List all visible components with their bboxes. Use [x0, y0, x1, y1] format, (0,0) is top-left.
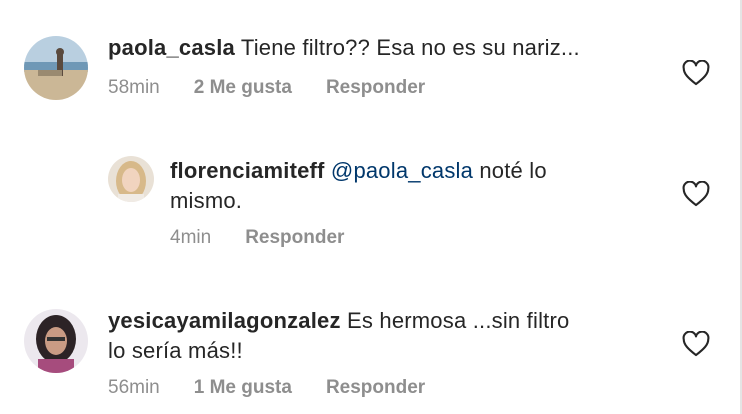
comment-meta: 4min Responder — [170, 227, 344, 249]
heart-outline-icon[interactable] — [682, 60, 710, 86]
heart-outline-icon[interactable] — [682, 181, 710, 207]
reply-button[interactable]: Responder — [326, 377, 425, 399]
comment-text: yesicayamilagonzalez Es hermosa ...sin f… — [108, 306, 628, 366]
comment-time: 4min — [170, 227, 212, 248]
comment-body: Tiene filtro?? Esa no es su nariz... — [240, 35, 580, 60]
avatar[interactable] — [24, 36, 88, 100]
avatar-portrait-dark-hair — [24, 309, 88, 373]
mention-link[interactable]: @paola_casla — [331, 158, 473, 183]
reply-button[interactable]: Responder — [326, 77, 425, 99]
comment-meta: 58min 2 Me gusta Responder — [108, 77, 425, 99]
comment-text: paola_casla Tiene filtro?? Esa no es su … — [108, 33, 668, 63]
reply-button[interactable]: Responder — [245, 227, 344, 249]
avatar[interactable] — [108, 156, 154, 202]
comment-body: noté lo — [479, 158, 547, 183]
comment-username[interactable]: yesicayamilagonzalez — [108, 308, 341, 333]
comment-body-continued: lo sería más!! — [108, 338, 243, 363]
avatar-beach-photo — [24, 36, 88, 100]
heart-outline-icon[interactable] — [682, 331, 710, 357]
comment-time: 56min — [108, 377, 160, 398]
comments-page: paola_casla Tiene filtro?? Esa no es su … — [0, 0, 742, 414]
comment-body-continued: mismo. — [170, 188, 243, 213]
comment-text: florenciamiteff @paola_casla noté lo mis… — [170, 156, 630, 216]
comment-time: 58min — [108, 77, 160, 98]
avatar-portrait-blonde — [108, 156, 154, 202]
comment-username[interactable]: paola_casla — [108, 35, 235, 60]
comment-body: Es hermosa ...sin filtro — [347, 308, 570, 333]
comment-username[interactable]: florenciamiteff — [170, 158, 325, 183]
comment-meta: 56min 1 Me gusta Responder — [108, 377, 425, 399]
avatar[interactable] — [24, 309, 88, 373]
comment-likes[interactable]: 2 Me gusta — [194, 77, 292, 99]
comment-likes[interactable]: 1 Me gusta — [194, 377, 292, 399]
